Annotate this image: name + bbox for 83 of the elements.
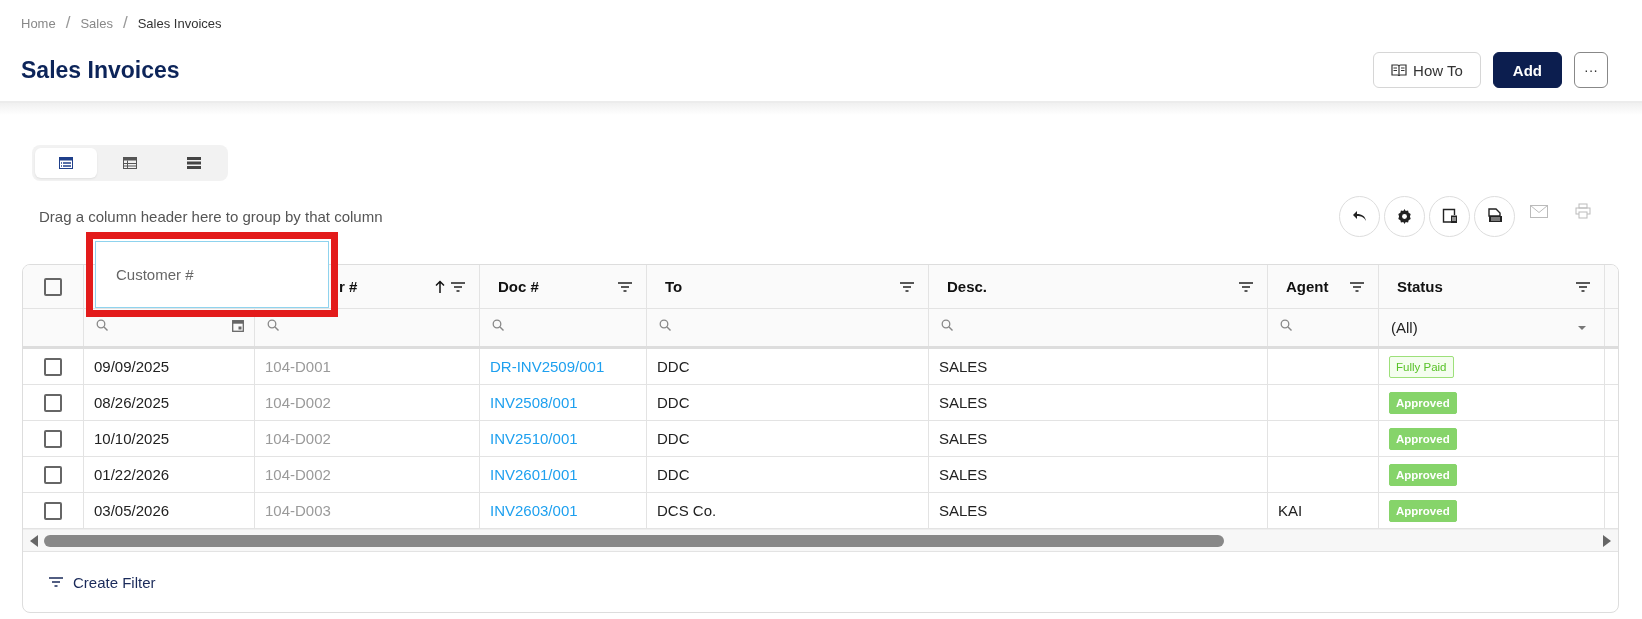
status-badge: Fully Paid — [1389, 355, 1454, 378]
customer-cell: 104-D002 — [265, 394, 331, 411]
filter-icon[interactable] — [1239, 281, 1253, 292]
breadcrumb-separator: / — [122, 13, 128, 33]
row-checkbox[interactable] — [44, 393, 62, 412]
status-badge: Approved — [1389, 427, 1457, 450]
filter-icon[interactable] — [900, 281, 914, 292]
mail-icon — [1530, 204, 1548, 218]
filter-icon[interactable] — [1350, 281, 1364, 292]
rows-view-icon — [187, 157, 201, 169]
document-list-icon — [1441, 208, 1458, 224]
search-icon — [267, 319, 279, 331]
description-cell: SALES — [939, 358, 988, 375]
recipient-cell: DCS Co. — [657, 502, 717, 519]
date-cell: 01/22/2026 — [94, 466, 170, 483]
settings-button[interactable] — [1384, 195, 1425, 237]
search-icon — [492, 319, 504, 331]
recipient-cell: DDC — [657, 466, 690, 483]
row-checkbox[interactable] — [44, 465, 62, 484]
breadcrumb-item[interactable]: Home — [21, 15, 56, 31]
column-header[interactable]: Doc # — [498, 278, 539, 295]
recipient-cell: DDC — [657, 430, 690, 447]
view-mode-tab[interactable] — [35, 148, 97, 178]
scroll-left-icon[interactable] — [30, 534, 38, 547]
search-icon — [1280, 319, 1292, 331]
agent-cell: KAI — [1278, 502, 1303, 519]
description-cell: SALES — [939, 430, 988, 447]
column-chooser-button[interactable] — [1429, 195, 1470, 237]
filter-icon[interactable] — [618, 281, 632, 292]
scroll-right-icon[interactable] — [1603, 534, 1611, 547]
settings-icon — [1397, 208, 1412, 224]
date-cell: 08/26/2025 — [94, 394, 170, 411]
table-view-icon — [123, 157, 137, 169]
date-cell: 10/10/2025 — [94, 430, 170, 447]
column-header[interactable]: Agent — [1286, 278, 1329, 295]
caret-icon — [1578, 325, 1586, 330]
column-header[interactable]: To — [665, 278, 683, 295]
customer-cell: 104-D001 — [265, 358, 331, 375]
filter-icon — [49, 577, 63, 587]
status-filter-dropdown[interactable]: (All) — [1391, 319, 1594, 336]
status-badge: Approved — [1389, 391, 1457, 414]
recipient-cell: DDC — [657, 358, 690, 375]
filter-icon[interactable] — [1576, 281, 1590, 292]
filter-icon[interactable] — [451, 281, 465, 292]
description-cell: SALES — [939, 466, 988, 483]
search-icon — [659, 319, 671, 331]
group-panel-hint: Drag a column header here to group by that column — [39, 207, 383, 225]
description-cell: SALES — [939, 394, 988, 411]
select-all-checkbox[interactable] — [44, 277, 62, 296]
export-button[interactable] — [1474, 195, 1515, 237]
row-checkbox[interactable] — [44, 429, 62, 448]
print-icon — [1575, 203, 1591, 219]
search-icon — [941, 319, 953, 331]
search-icon — [96, 319, 108, 331]
dragged-column-header[interactable]: Customer # — [95, 241, 329, 308]
horizontal-scrollbar[interactable] — [23, 529, 1618, 552]
customer-cell: 104-D002 — [265, 466, 331, 483]
how-to-button[interactable]: How To — [1373, 52, 1481, 88]
row-checkbox[interactable] — [44, 501, 62, 520]
status-badge: Approved — [1389, 463, 1457, 486]
column-header[interactable]: Desc. — [947, 278, 988, 295]
book-icon — [1391, 63, 1408, 77]
date-cell: 03/05/2026 — [94, 502, 170, 519]
customer-cell: 104-D002 — [265, 430, 331, 447]
add-button[interactable]: Add — [1492, 52, 1562, 88]
file-export-icon — [1486, 208, 1503, 224]
list-view-icon — [59, 157, 73, 169]
breadcrumb-item: Sales Invoices — [137, 15, 222, 31]
row-checkbox[interactable] — [44, 357, 62, 376]
page-title: Sales Invoices — [21, 56, 180, 84]
description-cell: SALES — [939, 502, 988, 519]
more-button[interactable]: ··· — [1574, 52, 1608, 88]
column-header[interactable]: r # — [339, 278, 358, 295]
status-badge: Approved — [1389, 499, 1457, 522]
column-header[interactable]: Status — [1397, 278, 1443, 295]
create-filter-button[interactable]: Create Filter — [43, 572, 162, 592]
calendar-icon[interactable] — [232, 319, 244, 332]
customer-cell: 104-D003 — [265, 502, 331, 519]
recipient-cell: DDC — [657, 394, 690, 411]
undo-icon — [1351, 210, 1368, 222]
date-cell: 09/09/2025 — [94, 358, 170, 375]
breadcrumb-item[interactable]: Sales — [80, 15, 113, 31]
breadcrumb-separator: / — [65, 13, 71, 33]
